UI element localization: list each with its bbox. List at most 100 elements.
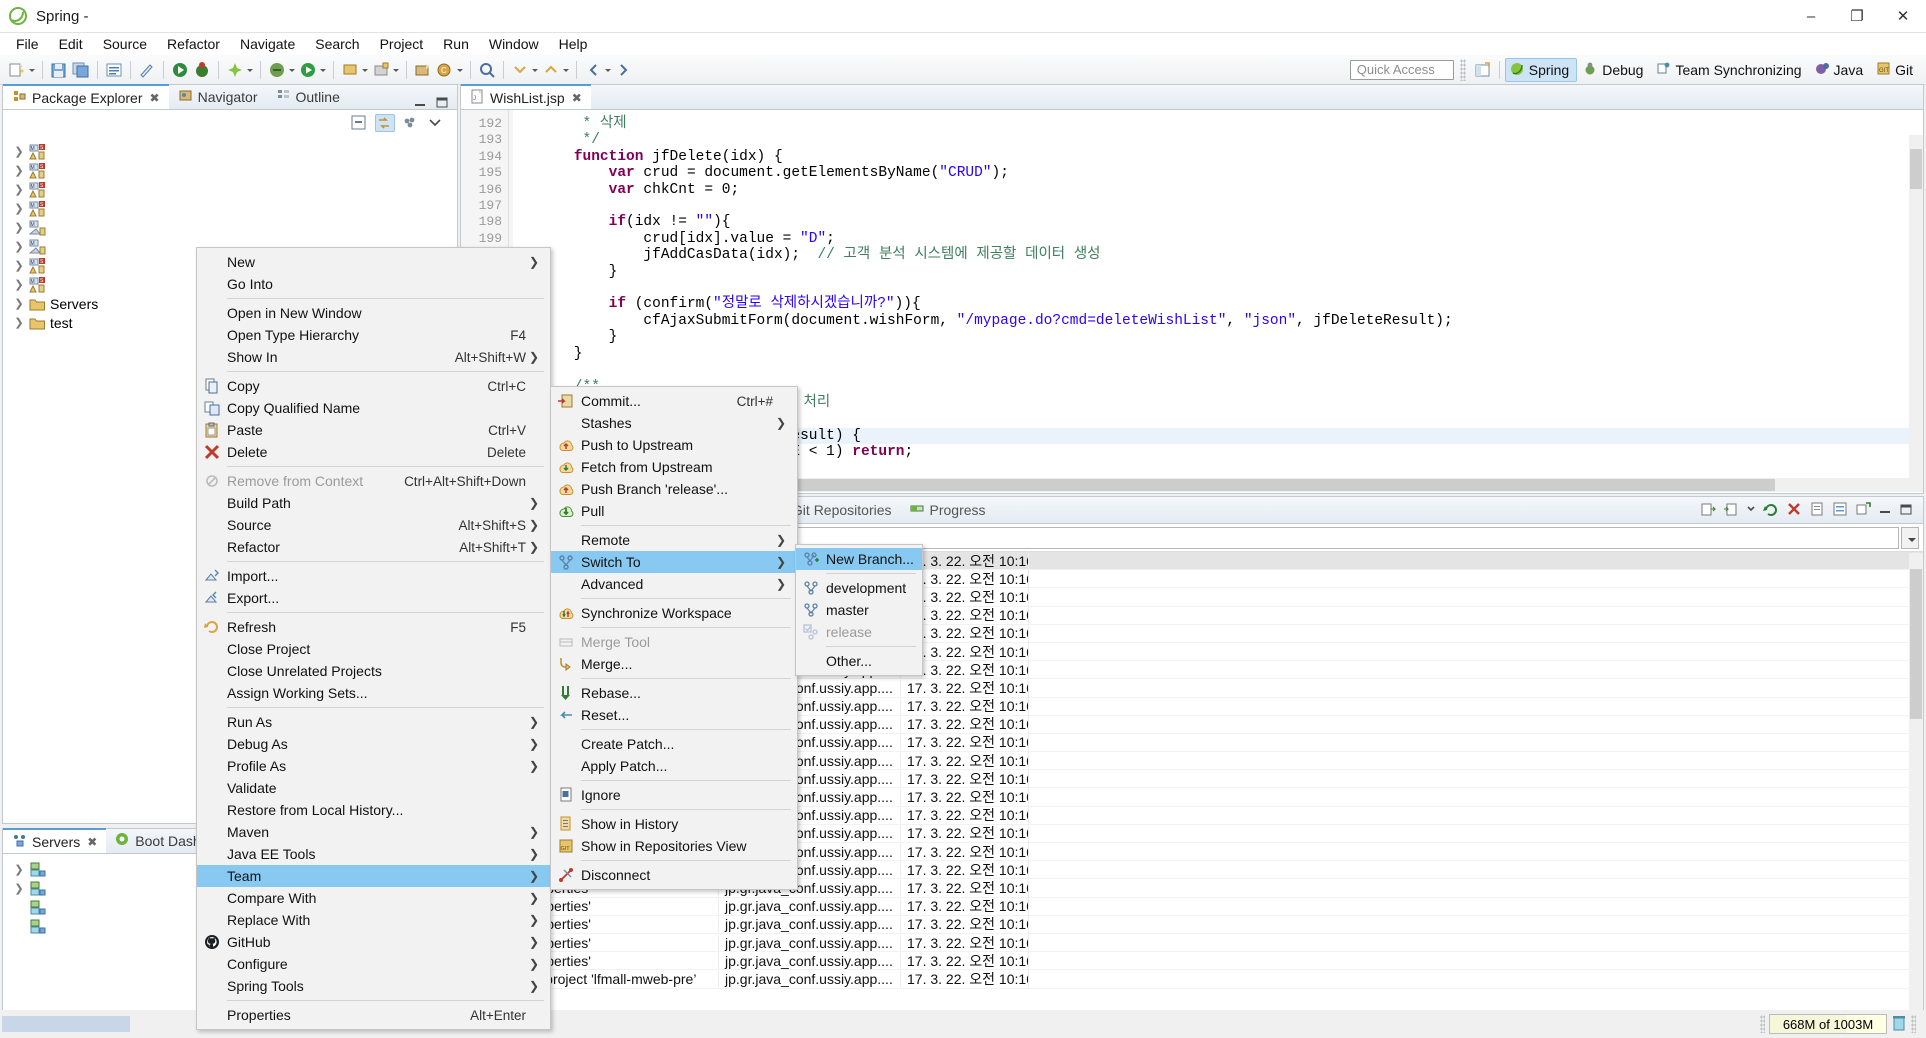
team-submenu[interactable]: Commit... Ctrl+# Stashes ❯ Push to Upstream F…	[550, 386, 798, 890]
maximize-icon[interactable]	[435, 95, 449, 109]
menu-item-maven[interactable]: Maven ❯	[197, 821, 550, 843]
new-java-package-icon[interactable]	[413, 60, 433, 80]
view-menu-icon[interactable]	[401, 114, 421, 132]
open-perspective-icon[interactable]	[1473, 60, 1493, 80]
tree-item[interactable]: ❯ M S	[13, 142, 457, 161]
menu-item-other[interactable]: Other...	[796, 650, 922, 672]
tree-item[interactable]: ❯ M S	[13, 199, 457, 218]
new-class-dropdown-icon[interactable]	[456, 60, 465, 80]
chevron-right-icon[interactable]: ❯	[13, 240, 25, 253]
menubar-item-help[interactable]: Help	[549, 34, 598, 54]
maximize-button[interactable]: ❐	[1834, 0, 1880, 33]
run-dropdown-icon[interactable]	[319, 60, 328, 80]
menu-item-open-in-new-window[interactable]: Open in New Window	[197, 302, 550, 324]
menu-item-master[interactable]: master	[796, 599, 922, 621]
minimize-icon[interactable]	[1878, 502, 1892, 519]
menu-item-java-ee-tools[interactable]: Java EE Tools ❯	[197, 843, 550, 865]
menu-item-ignore[interactable]: Ignore	[551, 784, 797, 806]
new-class-icon[interactable]: C	[435, 60, 455, 80]
run-icon[interactable]	[298, 60, 318, 80]
close-icon[interactable]: ✖	[87, 835, 97, 849]
menu-item-paste[interactable]: Paste Ctrl+V	[197, 419, 550, 441]
menu-item-replace-with[interactable]: Replace With ❯	[197, 909, 550, 931]
menu-item-build-path[interactable]: Build Path ❯	[197, 492, 550, 514]
new-spring-dropdown-icon[interactable]	[246, 60, 255, 80]
restore-log-icon[interactable]	[1763, 501, 1779, 520]
view-chevron-icon[interactable]	[427, 114, 447, 132]
menu-item-show-in-history[interactable]: Show in History	[551, 813, 797, 835]
menubar-item-window[interactable]: Window	[479, 34, 549, 54]
close-button[interactable]: ✕	[1880, 0, 1926, 33]
chevron-right-icon[interactable]: ❯	[13, 259, 25, 272]
editor-tab-wishlist-jsp[interactable]: J WishList.jsp ✖	[461, 84, 591, 109]
menu-item-restore-from-local-history[interactable]: Restore from Local History...	[197, 799, 550, 821]
new-wizard-dropdown-icon[interactable]	[28, 60, 37, 80]
menu-item-validate[interactable]: Validate	[197, 777, 550, 799]
menu-item-close-project[interactable]: Close Project	[197, 638, 550, 660]
tab-navigator[interactable]: Navigator	[169, 84, 267, 109]
log-vertical-scrollbar[interactable]	[1909, 553, 1923, 1023]
quick-fix-icon[interactable]	[137, 60, 157, 80]
editor-vertical-scrollbar[interactable]	[1909, 135, 1923, 492]
previous-annotation-icon[interactable]	[541, 60, 561, 80]
profile-dropdown-icon[interactable]	[392, 60, 401, 80]
quick-access-input[interactable]: Quick Access	[1349, 59, 1454, 80]
table-row[interactable]: le 'mfront.properties'jp.gr.java_conf.us…	[461, 950, 1923, 971]
chevron-right-icon[interactable]: ❯	[13, 145, 25, 158]
chevron-right-icon[interactable]: ❯	[13, 164, 25, 177]
tab-package-explorer[interactable]: Package Explorer ✖	[3, 84, 169, 109]
perspective-git[interactable]: GIT Git	[1872, 58, 1920, 82]
external-tools-icon[interactable]	[340, 60, 360, 80]
menubar-item-search[interactable]: Search	[305, 34, 369, 54]
minimize-icon[interactable]	[413, 95, 427, 109]
forward-icon[interactable]	[614, 60, 634, 80]
view-chevron-icon[interactable]	[1746, 501, 1756, 520]
menu-item-delete[interactable]: Delete Delete	[197, 441, 550, 463]
menu-item-spring-tools[interactable]: Spring Tools ❯	[197, 975, 550, 997]
save-icon[interactable]	[49, 60, 69, 80]
menu-item-stashes[interactable]: Stashes ❯	[551, 412, 797, 434]
chevron-right-icon[interactable]: ❯	[13, 278, 25, 291]
back-dropdown-icon[interactable]	[604, 60, 613, 80]
chevron-right-icon[interactable]: ❯	[13, 202, 25, 215]
menubar-item-file[interactable]: File	[6, 34, 49, 54]
menu-item-rebase[interactable]: Rebase...	[551, 682, 797, 704]
menu-item-close-unrelated-projects[interactable]: Close Unrelated Projects	[197, 660, 550, 682]
menu-item-fetch-from-upstream[interactable]: Fetch from Upstream	[551, 456, 797, 478]
menu-item-github[interactable]: GitHub ❯	[197, 931, 550, 953]
open-console-icon[interactable]	[104, 60, 124, 80]
menu-item-disconnect[interactable]: Disconnect	[551, 864, 797, 886]
project-context-menu[interactable]: New ❯ Go Into Open in New Window Open Type H…	[196, 247, 551, 1030]
import-log-icon[interactable]	[1723, 501, 1739, 520]
menu-item-import[interactable]: Import...	[197, 565, 550, 587]
next-annotation-icon[interactable]	[510, 60, 530, 80]
table-row[interactable]: le 'mfront.properties'jp.gr.java_conf.us…	[461, 932, 1923, 953]
menu-item-remote[interactable]: Remote ❯	[551, 529, 797, 551]
menu-item-open-type-hierarchy[interactable]: Open Type Hierarchy F4	[197, 324, 550, 346]
table-row[interactable]: le 'mfront.properties'jp.gr.java_conf.us…	[461, 914, 1923, 935]
table-row[interactable]: s loading for project 'lfmall-mweb-pre’ j…	[461, 968, 1923, 989]
menu-item-push-to-upstream[interactable]: Push to Upstream	[551, 434, 797, 456]
new-wizard-icon[interactable]	[7, 60, 27, 80]
menubar-item-edit[interactable]: Edit	[49, 34, 93, 54]
save-all-icon[interactable]	[71, 60, 91, 80]
menu-item-commit[interactable]: Commit... Ctrl+#	[551, 390, 797, 412]
menu-item-copy-qualified-name[interactable]: Copy Qualified Name	[197, 397, 550, 419]
switch-to-submenu[interactable]: New Branch... development master release Oth…	[795, 544, 923, 676]
chevron-right-icon[interactable]: ❯	[13, 297, 25, 310]
menu-item-source[interactable]: Source Alt+Shift+S ❯	[197, 514, 550, 536]
new-spring-element-icon[interactable]	[225, 60, 245, 80]
tab-progress[interactable]: Progress	[901, 497, 995, 524]
menu-item-push-branch-release[interactable]: Push Branch 'release'...	[551, 478, 797, 500]
debug-dropdown-icon[interactable]	[288, 60, 297, 80]
menu-item-compare-with[interactable]: Compare With ❯	[197, 887, 550, 909]
menubar-item-run[interactable]: Run	[433, 34, 479, 54]
table-row[interactable]: le 'mfront.properties'jp.gr.java_conf.us…	[461, 896, 1923, 917]
menu-item-show-in[interactable]: Show In Alt+Shift+W ❯	[197, 346, 550, 368]
menu-item-pull[interactable]: Pull	[551, 500, 797, 522]
search-icon[interactable]	[477, 60, 497, 80]
close-icon[interactable]: ✖	[150, 91, 160, 105]
menu-item-run-as[interactable]: Run As ❯	[197, 711, 550, 733]
menu-item-reset[interactable]: Reset...	[551, 704, 797, 726]
menu-item-configure[interactable]: Configure ❯	[197, 953, 550, 975]
